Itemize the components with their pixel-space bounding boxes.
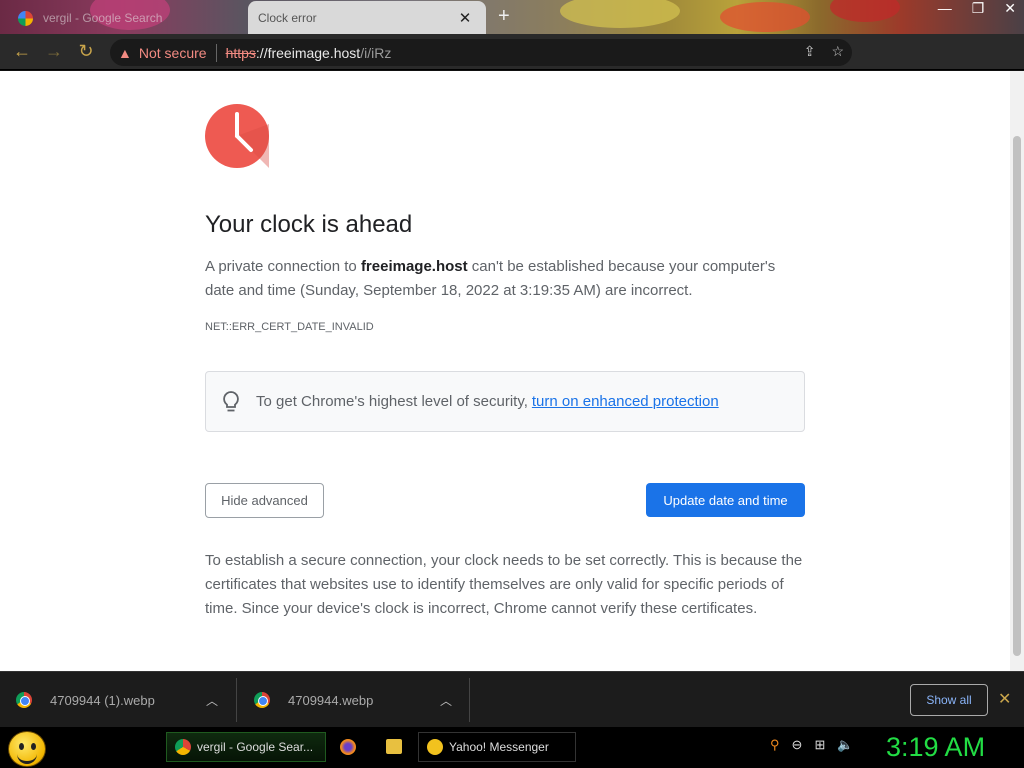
chevron-up-icon[interactable]: ︿ xyxy=(440,692,452,709)
warning-icon: ▲ xyxy=(118,44,132,61)
taskbar: vergil - Google Sear... Yahoo! Messenger… xyxy=(0,727,1024,768)
system-tray: ⚲ ⊖ ⊞ 🔈 xyxy=(770,737,854,753)
bookmark-star-icon[interactable]: ☆ xyxy=(831,43,844,60)
download-filename: 4709944 (1).webp xyxy=(50,692,155,708)
security-label[interactable]: Not secure xyxy=(139,45,207,61)
download-item[interactable]: 4709944 (1).webp ︿ xyxy=(16,672,234,728)
folder-icon[interactable] xyxy=(386,739,402,754)
clock-icon xyxy=(205,104,269,168)
chrome-icon xyxy=(16,692,32,708)
yahoo-messenger-icon xyxy=(427,739,443,755)
reload-icon[interactable]: ↻ xyxy=(70,41,102,62)
divider xyxy=(236,678,237,722)
scrollbar[interactable] xyxy=(1010,71,1024,671)
wallpaper-splash xyxy=(720,2,810,32)
google-icon xyxy=(18,10,33,26)
title-bar: vergil - Google Search Clock error ✕ + —… xyxy=(0,0,1024,34)
advanced-details: To establish a secure connection, your c… xyxy=(205,552,803,617)
taskbar-item-yahoo-messenger[interactable]: Yahoo! Messenger xyxy=(418,732,576,762)
maximize-icon[interactable]: ❐ xyxy=(972,0,985,17)
start-smiley-icon[interactable] xyxy=(8,731,46,767)
scrollbar-thumb[interactable] xyxy=(1013,136,1021,656)
close-icon[interactable]: ✕ xyxy=(998,689,1011,709)
address-bar[interactable]: ▲ Not secure https://freeimage.host/i/iR… xyxy=(110,39,852,66)
tab-google-search[interactable]: vergil - Google Search xyxy=(8,2,248,34)
task-label: vergil - Google Sear... xyxy=(197,740,314,754)
share-icon[interactable]: ⇪ xyxy=(804,43,816,60)
divider xyxy=(215,43,217,62)
minimize-icon[interactable]: — xyxy=(938,0,952,17)
forward-icon[interactable]: → xyxy=(38,41,70,62)
enhanced-text: To get Chrome's highest level of securit… xyxy=(256,393,528,410)
taskbar-clock[interactable]: 3:19 AM xyxy=(886,732,985,763)
error-description: A private connection to freeimage.host c… xyxy=(205,255,805,303)
volume-icon[interactable]: 🔈 xyxy=(837,737,853,753)
downloads-bar: 4709944 (1).webp ︿ 4709944.webp ︿ Show a… xyxy=(0,671,1024,727)
url-host: ://freeimage.host xyxy=(255,44,361,61)
download-filename: 4709944.webp xyxy=(288,692,374,708)
enhanced-protection-box: To get Chrome's highest level of securit… xyxy=(205,371,805,432)
error-page: Your clock is ahead A private connection… xyxy=(0,71,1010,671)
search-icon[interactable]: ⚲ xyxy=(770,737,780,753)
browser-toolbar: ← → ↻ ▲ Not secure https://freeimage.hos… xyxy=(0,34,1024,96)
tab-title: vergil - Google Search xyxy=(43,11,163,25)
task-label: Yahoo! Messenger xyxy=(449,740,549,754)
taskbar-item-chrome[interactable]: vergil - Google Sear... xyxy=(166,732,326,762)
error-code[interactable]: NET::ERR_CERT_DATE_INVALID xyxy=(205,321,374,333)
show-all-button[interactable]: Show all xyxy=(910,684,988,716)
firefox-icon[interactable] xyxy=(340,739,356,755)
hide-advanced-button[interactable]: Hide advanced xyxy=(205,483,324,518)
chrome-icon xyxy=(254,692,270,708)
page-title: Your clock is ahead xyxy=(205,211,413,238)
url-scheme: https xyxy=(225,44,256,61)
divider xyxy=(469,678,470,722)
chevron-up-icon[interactable]: ︿ xyxy=(206,692,218,709)
network-icon[interactable]: ⊞ xyxy=(814,737,825,753)
wallpaper-splash xyxy=(560,0,680,28)
desc-text: A private connection to xyxy=(205,258,361,275)
desc-host: freeimage.host xyxy=(360,258,468,275)
status-icon[interactable]: ⊖ xyxy=(792,737,803,753)
enhanced-protection-link[interactable]: turn on enhanced protection xyxy=(532,393,719,410)
chrome-icon xyxy=(175,739,191,755)
url-path: /i/iRz xyxy=(360,44,392,61)
lightbulb-icon xyxy=(223,390,239,411)
update-date-time-button[interactable]: Update date and time xyxy=(646,483,805,517)
wallpaper-splash xyxy=(830,0,900,22)
tab-clock-error[interactable]: Clock error ✕ xyxy=(248,1,486,34)
download-item[interactable]: 4709944.webp ︿ xyxy=(254,672,464,728)
close-tab-icon[interactable]: ✕ xyxy=(456,9,474,27)
back-icon[interactable]: ← xyxy=(6,41,38,62)
new-tab-icon[interactable]: + xyxy=(498,5,510,28)
close-window-icon[interactable]: ✕ xyxy=(1004,0,1016,17)
tab-title: Clock error xyxy=(258,10,317,25)
window-controls: — ❐ ✕ xyxy=(938,0,1016,17)
